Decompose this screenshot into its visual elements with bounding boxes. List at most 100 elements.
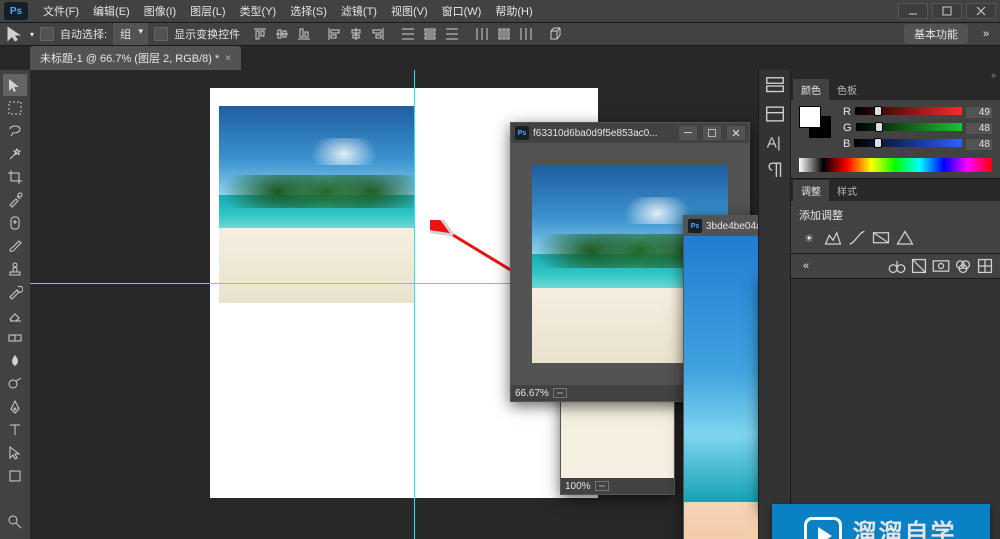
menu-help[interactable]: 帮助(H): [488, 0, 539, 22]
marquee-tool[interactable]: [3, 97, 27, 119]
mini-character-icon[interactable]: A|: [764, 132, 786, 152]
gradient-tool[interactable]: [3, 327, 27, 349]
healing-tool[interactable]: [3, 212, 27, 234]
dist-hcenter-icon[interactable]: [494, 24, 514, 44]
align-vcenter-icon[interactable]: [272, 24, 292, 44]
panel-ic-balance-icon[interactable]: [888, 258, 906, 274]
align-bottom-icon[interactable]: [294, 24, 314, 44]
brand-badge: 溜溜自学 zixue.3d66.com: [772, 504, 990, 539]
r-slider[interactable]: [855, 107, 962, 117]
floating-title-1: f63310d6ba0d9f5e853ac0...: [533, 128, 673, 139]
floating-close-1[interactable]: ✕: [727, 126, 745, 140]
adjustments-panel: 调整 样式 添加调整 ☀: [791, 179, 1000, 254]
mini-properties-icon[interactable]: [764, 104, 786, 124]
dist-left-icon[interactable]: [472, 24, 492, 44]
mini-paragraph-icon[interactable]: [764, 160, 786, 180]
shape-tool[interactable]: [3, 465, 27, 487]
dodge-tool[interactable]: [3, 373, 27, 395]
panel-ic-mixer-icon[interactable]: [954, 258, 972, 274]
auto-select-checkbox[interactable]: [40, 27, 54, 41]
maximize-button[interactable]: [932, 3, 962, 19]
menu-file[interactable]: 文件(F): [36, 0, 86, 22]
menu-type[interactable]: 类型(Y): [233, 0, 284, 22]
color-swatch-pair[interactable]: [799, 106, 831, 138]
b-slider[interactable]: [854, 139, 962, 149]
menu-window[interactable]: 窗口(W): [435, 0, 489, 22]
crop-tool[interactable]: [3, 166, 27, 188]
align-right-icon[interactable]: [368, 24, 388, 44]
3d-mode-icon[interactable]: [546, 24, 566, 44]
auto-select-dropdown[interactable]: 组: [113, 23, 148, 45]
floating-max-1[interactable]: ☐: [703, 126, 721, 140]
panel-collapse-icon[interactable]: »: [978, 28, 994, 40]
dist-right-icon[interactable]: [516, 24, 536, 44]
r-value[interactable]: 49: [966, 107, 992, 118]
g-slider[interactable]: [856, 123, 962, 133]
floating-zoom-extra: 100%: [565, 481, 591, 492]
collapse-dock-icon[interactable]: «: [797, 258, 815, 274]
mini-history-icon[interactable]: [764, 76, 786, 96]
dist-bottom-icon[interactable]: [442, 24, 462, 44]
type-tool[interactable]: [3, 419, 27, 441]
adj-curves-icon[interactable]: [847, 229, 867, 247]
panel-ic-lut-icon[interactable]: [976, 258, 994, 274]
brand-cn: 溜溜自学: [852, 513, 957, 539]
panel-ic-photo-icon[interactable]: [932, 258, 950, 274]
eraser-tool[interactable]: [3, 304, 27, 326]
floating-zoom-1: 66.67%: [515, 388, 549, 399]
show-transform-label: 显示变换控件: [174, 26, 240, 42]
document-tab[interactable]: 未标题-1 @ 66.7% (图层 2, RGB/8) * ×: [30, 46, 241, 70]
menu-view[interactable]: 视图(V): [384, 0, 435, 22]
zoom-info-icon[interactable]: [595, 481, 609, 491]
g-value[interactable]: 48: [966, 123, 992, 134]
zoom-tool[interactable]: [3, 511, 27, 533]
dist-vcenter-icon[interactable]: [420, 24, 440, 44]
stamp-tool[interactable]: [3, 258, 27, 280]
ps-logo: Ps: [4, 2, 28, 20]
move-tool-indicator-icon[interactable]: [6, 25, 24, 43]
minimize-button[interactable]: [898, 3, 928, 19]
zoom-info-icon[interactable]: [553, 388, 567, 398]
brush-tool[interactable]: [3, 235, 27, 257]
panel-icon-row: «: [791, 254, 1000, 279]
placed-image[interactable]: [219, 106, 414, 303]
history-brush-tool[interactable]: [3, 281, 27, 303]
tab-color[interactable]: 颜色: [793, 79, 829, 100]
adj-vibrance-icon[interactable]: [895, 229, 915, 247]
menu-filter[interactable]: 滤镜(T): [334, 0, 384, 22]
adj-levels-icon[interactable]: [823, 229, 843, 247]
eyedropper-tool[interactable]: [3, 189, 27, 211]
workspace-switcher[interactable]: 基本功能: [904, 24, 968, 44]
document-tab-close-icon[interactable]: ×: [225, 53, 231, 64]
align-top-icon[interactable]: [250, 24, 270, 44]
align-hcenter-icon[interactable]: [346, 24, 366, 44]
wand-tool[interactable]: [3, 143, 27, 165]
align-left-icon[interactable]: [324, 24, 344, 44]
tab-styles[interactable]: 样式: [829, 180, 865, 201]
adj-brightness-icon[interactable]: ☀: [799, 229, 819, 247]
move-tool[interactable]: [3, 74, 27, 96]
tab-adjust[interactable]: 调整: [793, 180, 829, 201]
menu-layer[interactable]: 图层(L): [183, 0, 232, 22]
auto-select-label: 自动选择:: [60, 26, 107, 42]
hand-tool[interactable]: [3, 488, 27, 510]
close-button[interactable]: [966, 3, 996, 19]
path-select-tool[interactable]: [3, 442, 27, 464]
floating-min-1[interactable]: ─: [679, 126, 697, 140]
show-transform-checkbox[interactable]: [154, 27, 168, 41]
guide-vertical[interactable]: [414, 70, 415, 539]
panel-ic-bw-icon[interactable]: [910, 258, 928, 274]
hue-strip[interactable]: [799, 158, 992, 172]
adj-exposure-icon[interactable]: [871, 229, 891, 247]
b-value[interactable]: 48: [966, 139, 992, 150]
pen-tool[interactable]: [3, 396, 27, 418]
lasso-tool[interactable]: [3, 120, 27, 142]
menu-edit[interactable]: 编辑(E): [86, 0, 137, 22]
menu-image[interactable]: 图像(I): [137, 0, 183, 22]
tab-swatches[interactable]: 色板: [829, 79, 865, 100]
add-adjust-label: 添加调整: [799, 207, 992, 223]
blur-tool[interactable]: [3, 350, 27, 372]
menu-select[interactable]: 选择(S): [283, 0, 334, 22]
dist-top-icon[interactable]: [398, 24, 418, 44]
document-tab-label: 未标题-1 @ 66.7% (图层 2, RGB/8) *: [40, 50, 219, 66]
